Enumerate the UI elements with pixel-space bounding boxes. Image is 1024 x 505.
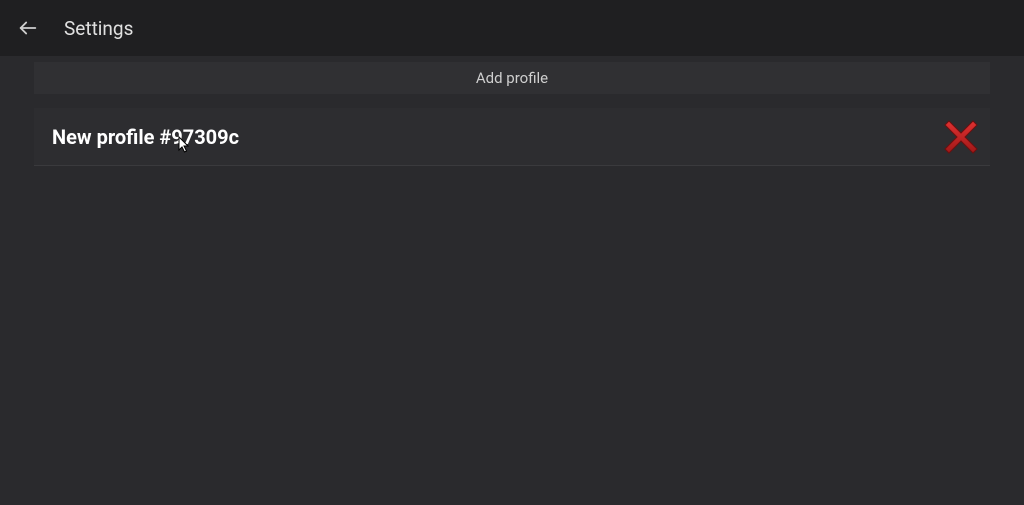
close-icon xyxy=(939,115,983,159)
delete-profile-button[interactable] xyxy=(932,108,990,166)
back-arrow-icon xyxy=(17,17,39,39)
app-header: Settings xyxy=(0,0,1024,56)
back-button[interactable] xyxy=(8,8,48,48)
add-profile-label: Add profile xyxy=(476,69,548,87)
add-profile-button[interactable]: Add profile xyxy=(34,62,990,94)
profile-row[interactable]: New profile #97309c xyxy=(34,108,990,166)
content-area: Add profile New profile #97309c xyxy=(0,56,1024,166)
page-title: Settings xyxy=(64,17,133,40)
profile-name-label: New profile #97309c xyxy=(52,125,239,149)
